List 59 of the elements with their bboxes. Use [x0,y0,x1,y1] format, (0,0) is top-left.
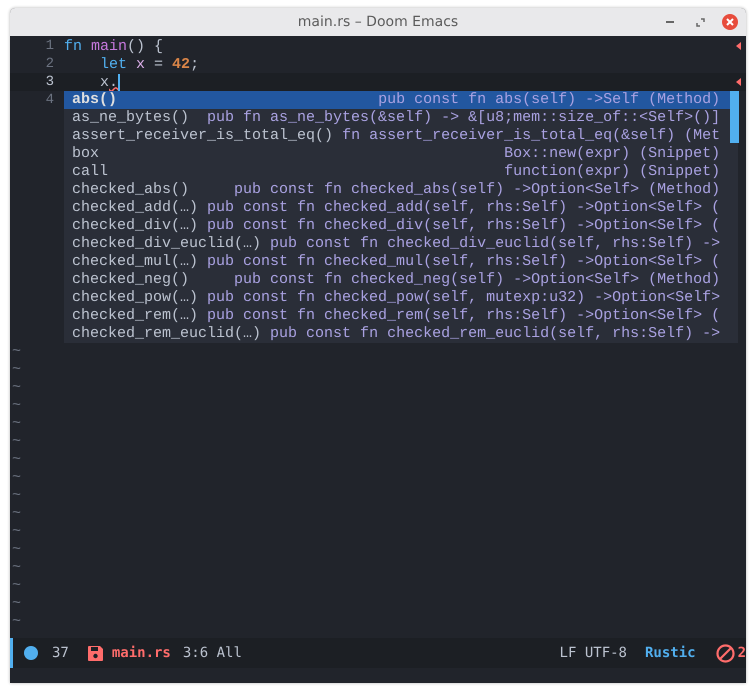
completion-item[interactable]: checked_rem(…) pub const fn checked_rem(self, rhs:Self) ->Option<Self> ( [64,307,730,325]
empty-line-marker: ~ [11,523,22,541]
code-token: ; [190,56,200,72]
empty-line-marker: ~ [11,451,22,469]
window-title: main.rs – Doom Emacs [298,14,458,30]
minimize-icon [666,21,674,23]
completion-item[interactable]: checked_pow(…) pub const fn checked_pow(self, mutexp:u32) ->Option<Self> [64,289,730,307]
error-count: 2 [738,645,746,661]
completion-item[interactable]: as_ne_bytes() pub fn as_ne_bytes(&self) -> &[u8;mem::size_of::<Self>()] [64,109,730,127]
encoding: LF UTF-8 [560,645,627,661]
completion-item[interactable]: checked_abs() pub const fn checked_abs(self) ->Option<Self> (Method) [64,181,730,199]
code-token: fn [64,38,84,54]
error-underlined-code: . [109,74,118,90]
line-number: 3 [44,74,54,90]
completion-item[interactable]: checked_mul(…) pub const fn checked_mul(self, rhs:Self) ->Option<Self> ( [64,253,730,271]
empty-line-marker: ~ [11,433,22,451]
file-name: main.rs [112,645,171,661]
code-token: x [136,56,146,72]
code-token: () { [127,38,164,54]
empty-line-marker: ~ [11,559,22,577]
empty-line-marker: ~ [11,577,22,595]
empty-line-marker: ~ [11,415,22,433]
empty-line-marker: ~ [11,361,22,379]
close-button[interactable] [722,14,738,30]
completion-item[interactable]: checked_rem_euclid(…) pub const fn checked_rem_euclid(self, rhs:Self) -> [64,325,730,343]
empty-line-marker: ~ [11,487,22,505]
completion-item[interactable]: checked_add(…) pub const fn checked_add(self, rhs:Self) ->Option<Self> ( [64,199,730,217]
cursor-position: 3:6 All [182,645,242,661]
completion-item[interactable]: checked_div_euclid(…) pub const fn checked_div_euclid(self, rhs:Self) -> [64,235,730,253]
status-dot-icon [24,646,38,660]
line-number: 4 [44,92,54,108]
empty-line-marker: ~ [11,397,22,415]
code-token: let [99,56,128,72]
empty-line-marker: ~ [11,379,22,397]
empty-line-marker: ~ [11,541,22,559]
completion-item[interactable]: box Box::new(expr) (Snippet) [64,145,730,163]
buffer-size: 37 [52,645,69,661]
code-token: main [91,38,128,54]
code-token: 42 [172,56,190,72]
completion-item[interactable]: assert_receiver_is_total_eq() fn assert_receiver_is_total_eq(&self) (Met [64,127,730,145]
empty-line-marker: ~ [11,343,22,361]
save-icon [86,644,104,662]
empty-line-marker: ~ [11,613,22,631]
scrollbar-thumb[interactable] [730,91,740,143]
completion-item[interactable]: checked_div(…) pub const fn checked_div(self, rhs:Self) ->Option<Self> ( [64,217,730,235]
code-token: x [99,74,110,90]
no-entry-icon [716,644,735,662]
empty-line-marker: ~ [11,469,22,487]
empty-line-marker: ~ [11,595,22,613]
completion-item[interactable]: checked_neg() pub const fn checked_neg(self) ->Option<Self> (Method) [64,271,730,289]
empty-line-marker: ~ [11,505,22,523]
major-mode: Rustic [644,645,696,661]
completion-item[interactable]: abs() pub const fn abs(self) ->Self (Method) [64,91,730,109]
close-icon [722,14,738,30]
maximize-icon [696,18,704,26]
code-token: = [153,56,164,72]
completion-item[interactable]: call function(expr) (Snippet) [64,163,730,181]
line-number: 2 [44,56,54,72]
line-number: 1 [44,38,54,54]
